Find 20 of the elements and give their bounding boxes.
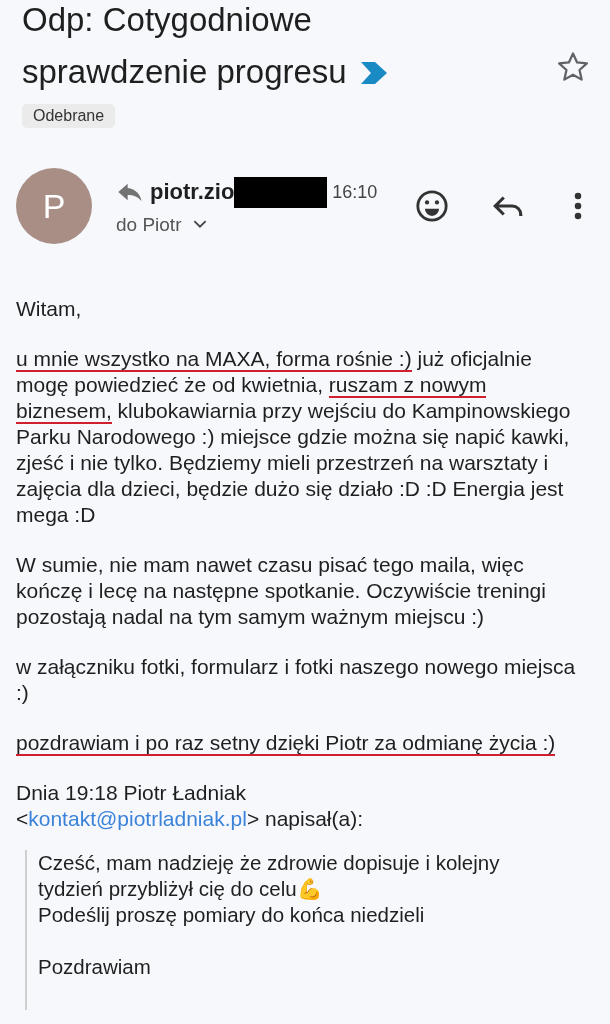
message-paragraph: u mnie wszystko na MAXA, forma rośnie :) już oficjalnie mogę powiedzieć że od kwietnia, ruszam z nowym biznesem, klubokawiarnia przy wejściu do Kampinowskiego Parku Narodowego :) miejsce gdzie można się napić kawki, zjeść i nie tylko. Będziemy mieli przestrzeń na warsztaty i zajęcia dla dzieci, będzie dużo się działo :D :D Energia jest mega :D	[16, 346, 572, 528]
email-subject: Odp: Cotygodniowe sprawdzenie progresu	[22, 0, 442, 98]
importance-marker-icon[interactable]	[360, 62, 389, 84]
label-chip[interactable]: Odebrane	[22, 104, 116, 128]
quoted-text: Cześć, mam nadzieję że zdrowie dopisuje i kolejny tydzień przybliżył cię do celu💪	[38, 850, 501, 902]
star-icon[interactable]	[556, 50, 590, 84]
message-paragraph: pozdrawiam i po raz setny dzięki Piotr za odmianę życia :)	[16, 730, 557, 756]
quoted-text: Podeślij proszę pomiary do końca niedzieli	[38, 902, 426, 928]
recipient-toggle[interactable]: do Piotr	[116, 213, 378, 236]
sender-name[interactable]: piotr.zio	[150, 179, 235, 205]
emoji-icon[interactable]	[415, 189, 450, 223]
message-time: 16:10	[332, 181, 378, 203]
message-paragraph: Witam,	[16, 296, 83, 322]
quoted-text: Pozdrawiam	[38, 954, 152, 980]
caret-icon	[193, 220, 208, 229]
more-options-icon[interactable]	[573, 191, 584, 221]
email-link[interactable]: kontakt@piotrladniak.pl	[28, 807, 247, 830]
quote-attribution: Dnia 19:18 Piotr Ładniak <kontakt@piotrladniak.pl> napisał(a):	[16, 780, 365, 832]
message-paragraph: w załączniku fotki, formularz i fotki naszego nowego miejsca :)	[16, 654, 577, 706]
message-paragraph: W sumie, nie mam nawet czasu pisać tego maila, więc kończę i lecę na następne spotkanie. Oczywiście treningi pozostają nadal na tym samym ważnym miejscu :)	[16, 552, 547, 630]
